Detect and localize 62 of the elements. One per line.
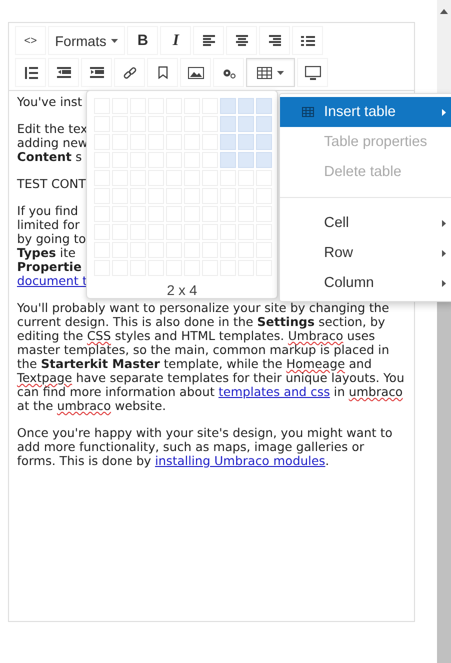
table-size-label: 2 x 4 — [166, 282, 198, 298]
grid-cell[interactable] — [220, 152, 236, 168]
toolbar-button[interactable] — [297, 58, 328, 87]
grid-cell[interactable] — [256, 116, 272, 132]
toolbar-button[interactable] — [259, 26, 290, 55]
toolbar-button[interactable] — [292, 26, 324, 55]
submenu-arrow-icon — [442, 108, 446, 116]
menu-item[interactable]: Cell — [280, 208, 451, 238]
numbered-list-icon — [24, 66, 38, 78]
outdent-icon — [56, 67, 70, 78]
paragraph: TEST CONT — [17, 177, 86, 191]
grid-cell[interactable] — [220, 98, 236, 114]
toolbar-button[interactable] — [15, 58, 46, 87]
menu-item[interactable]: Row — [280, 238, 451, 268]
paragraph: You'll probably want to personalize your site by changing the current design. This is also done in the Settings section, by editing the CSS styles and HTML templates. Umbraco uses master templates, so the main, common markup is placed in the Starterkit Master template, while the Homeage and Textpage have separate templates for their unique layouts. You can find more information about templates and css in umbraco at the umbraco website. — [17, 301, 404, 413]
grid-cell[interactable] — [238, 134, 254, 150]
grid-cell[interactable] — [220, 134, 236, 150]
submenu-arrow-icon — [442, 220, 446, 226]
align-center-icon — [234, 35, 249, 46]
align-left-icon — [202, 35, 216, 46]
source-code-button[interactable]: <> — [15, 26, 46, 55]
table-icon — [302, 107, 314, 117]
scroll-up-arrow-icon[interactable] — [440, 9, 448, 14]
image-icon — [188, 66, 204, 78]
grid-cell[interactable] — [238, 98, 254, 114]
indent-icon — [90, 67, 104, 78]
toolbar-button[interactable] — [226, 26, 258, 55]
bullet-list-icon — [300, 36, 315, 46]
link[interactable]: templates and css — [218, 385, 330, 399]
menu-item[interactable]: Insert table — [280, 97, 451, 127]
italic-button[interactable]: I — [160, 26, 192, 55]
bookmark-icon — [156, 66, 168, 79]
toolbar-button[interactable] — [48, 58, 79, 87]
grid-cell[interactable] — [256, 98, 272, 114]
paragraph: You've inst — [17, 95, 82, 109]
gears-icon — [222, 66, 236, 78]
toolbar-button[interactable] — [147, 58, 178, 87]
monitor-icon — [304, 66, 320, 80]
grid-cell[interactable] — [238, 152, 254, 168]
toolbar-button[interactable] — [81, 58, 112, 87]
paragraph: Edit the tex adding new Content s — [17, 122, 88, 164]
grid-cell[interactable] — [220, 116, 236, 132]
grid-cell[interactable] — [256, 134, 272, 150]
submenu-arrow-icon — [442, 250, 446, 256]
menu-item[interactable]: Column — [280, 268, 451, 298]
submenu-arrow-icon — [442, 280, 446, 286]
align-right-icon — [268, 35, 282, 46]
toolbar-button[interactable] — [180, 58, 211, 87]
paragraph: Once you're happy with your site's design, you might want to add more functionality, such as maps, image galleries or forms. This is done by installing Umbraco modules. — [17, 426, 392, 468]
toolbar-button[interactable] — [114, 58, 145, 87]
caret-icon — [277, 70, 284, 74]
toolbar-button[interactable] — [193, 26, 224, 55]
link[interactable]: installing Umbraco modules — [155, 454, 326, 468]
caret-icon — [111, 38, 118, 42]
grid-cell[interactable] — [238, 116, 254, 132]
link-icon — [122, 66, 136, 78]
grid-cell[interactable] — [256, 152, 272, 168]
table-dropdown-button[interactable] — [246, 58, 295, 87]
table-icon — [257, 66, 272, 78]
formats-dropdown[interactable]: Formats — [48, 26, 126, 55]
bold-button[interactable]: B — [127, 26, 158, 55]
toolbar-button[interactable] — [213, 58, 244, 87]
